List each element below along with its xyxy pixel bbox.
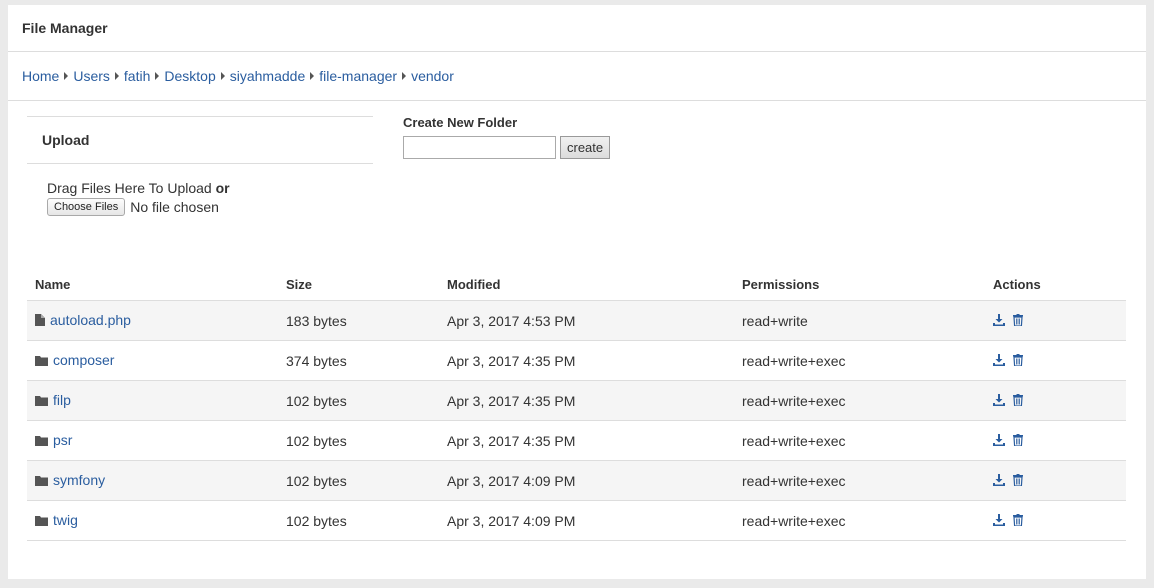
chevron-right-icon <box>402 72 407 80</box>
folder-icon <box>35 473 48 489</box>
file-manager-panel: File Manager Home Users fatih Desktop si… <box>8 5 1146 579</box>
actions-cell <box>985 300 1126 341</box>
column-header-modified[interactable]: Modified <box>439 269 734 301</box>
modified-cell: Apr 3, 2017 4:35 PM <box>439 380 734 421</box>
trash-icon[interactable] <box>1013 513 1023 529</box>
file-icon <box>35 313 45 329</box>
no-file-text: No file chosen <box>130 199 219 215</box>
upload-title: Upload <box>27 117 373 164</box>
panel-title: File Manager <box>8 5 1146 52</box>
choose-files-button[interactable]: Choose Files <box>47 198 126 216</box>
folder-icon <box>35 393 48 409</box>
chevron-right-icon <box>64 72 69 80</box>
name-cell: filp <box>27 380 278 421</box>
upload-dropzone[interactable]: Drag Files Here To Upload or Choose File… <box>27 164 373 216</box>
breadcrumb-siyahmadde[interactable]: siyahmadde <box>230 68 306 84</box>
size-cell: 102 bytes <box>278 500 439 541</box>
breadcrumb-users[interactable]: Users <box>73 68 110 84</box>
column-header-permissions[interactable]: Permissions <box>734 269 985 301</box>
download-icon[interactable] <box>993 473 1005 489</box>
size-cell: 102 bytes <box>278 380 439 421</box>
upload-panel: Upload Drag Files Here To Upload or Choo… <box>27 116 373 216</box>
modified-cell: Apr 3, 2017 4:09 PM <box>439 460 734 501</box>
actions-cell <box>985 420 1126 461</box>
trash-icon[interactable] <box>1013 433 1023 449</box>
permissions-cell: read+write+exec <box>734 380 985 421</box>
column-header-size[interactable]: Size <box>278 269 439 301</box>
column-header-actions: Actions <box>985 269 1126 301</box>
size-cell: 183 bytes <box>278 300 439 341</box>
table-row: filp 102 bytes Apr 3, 2017 4:35 PM read+wri… <box>27 380 1126 421</box>
file-name-link[interactable]: symfony <box>53 472 105 488</box>
name-cell: twig <box>27 500 278 541</box>
table-row: composer 374 bytes Apr 3, 2017 4:35 PM read… <box>27 340 1126 381</box>
chevron-right-icon <box>220 72 225 80</box>
chevron-right-icon <box>310 72 315 80</box>
trash-icon[interactable] <box>1013 393 1023 409</box>
permissions-cell: read+write+exec <box>734 420 985 461</box>
download-icon[interactable] <box>993 433 1005 449</box>
table-row: psr 102 bytes Apr 3, 2017 4:35 PM read+writ… <box>27 420 1126 461</box>
breadcrumb: Home Users fatih Desktop siyahmadde file… <box>8 52 1146 101</box>
breadcrumb-vendor[interactable]: vendor <box>411 68 454 84</box>
breadcrumb-file-manager[interactable]: file-manager <box>319 68 397 84</box>
file-name-link[interactable]: composer <box>53 352 114 368</box>
file-name-link[interactable]: filp <box>53 392 71 408</box>
table-row: twig 102 bytes Apr 3, 2017 4:09 PM read+wri… <box>27 500 1126 541</box>
folder-name-input[interactable] <box>403 136 556 159</box>
modified-cell: Apr 3, 2017 4:53 PM <box>439 300 734 341</box>
breadcrumb-desktop[interactable]: Desktop <box>164 68 215 84</box>
permissions-cell: read+write+exec <box>734 500 985 541</box>
file-name-link[interactable]: psr <box>53 432 72 448</box>
actions-cell <box>985 500 1126 541</box>
breadcrumb-fatih[interactable]: fatih <box>124 68 150 84</box>
breadcrumb-home[interactable]: Home <box>22 68 59 84</box>
modified-cell: Apr 3, 2017 4:35 PM <box>439 340 734 381</box>
size-cell: 102 bytes <box>278 460 439 501</box>
chevron-right-icon <box>114 72 119 80</box>
download-icon[interactable] <box>993 353 1005 369</box>
modified-cell: Apr 3, 2017 4:35 PM <box>439 420 734 461</box>
or-text: or <box>215 180 230 196</box>
file-table: Name Size Modified Permissions Actions a… <box>27 269 1126 541</box>
actions-cell <box>985 460 1126 501</box>
new-folder-label: Create New Folder <box>403 115 518 130</box>
size-cell: 374 bytes <box>278 340 439 381</box>
table-row: symfony 102 bytes Apr 3, 2017 4:09 PM read+… <box>27 460 1126 501</box>
trash-icon[interactable] <box>1013 313 1023 329</box>
folder-icon <box>35 513 48 529</box>
create-folder-button[interactable]: create <box>560 136 611 159</box>
permissions-cell: read+write <box>734 300 985 341</box>
name-cell: autoload.php <box>27 300 278 341</box>
new-folder-form: Create New Folder create <box>403 115 611 159</box>
actions-cell <box>985 340 1126 381</box>
name-cell: psr <box>27 420 278 461</box>
folder-icon <box>35 353 48 369</box>
file-name-link[interactable]: twig <box>53 512 78 528</box>
actions-cell <box>985 380 1126 421</box>
size-cell: 102 bytes <box>278 420 439 461</box>
download-icon[interactable] <box>993 313 1005 329</box>
permissions-cell: read+write+exec <box>734 460 985 501</box>
chevron-right-icon <box>155 72 160 80</box>
folder-icon <box>35 433 48 449</box>
download-icon[interactable] <box>993 393 1005 409</box>
trash-icon[interactable] <box>1013 473 1023 489</box>
column-header-name[interactable]: Name <box>27 269 278 301</box>
drag-text: Drag Files Here To Upload <box>47 180 212 196</box>
download-icon[interactable] <box>993 513 1005 529</box>
trash-icon[interactable] <box>1013 353 1023 369</box>
name-cell: symfony <box>27 460 278 501</box>
file-name-link[interactable]: autoload.php <box>50 312 131 328</box>
table-row: autoload.php 183 bytes Apr 3, 2017 4:53 PM… <box>27 300 1126 341</box>
name-cell: composer <box>27 340 278 381</box>
modified-cell: Apr 3, 2017 4:09 PM <box>439 500 734 541</box>
permissions-cell: read+write+exec <box>734 340 985 381</box>
